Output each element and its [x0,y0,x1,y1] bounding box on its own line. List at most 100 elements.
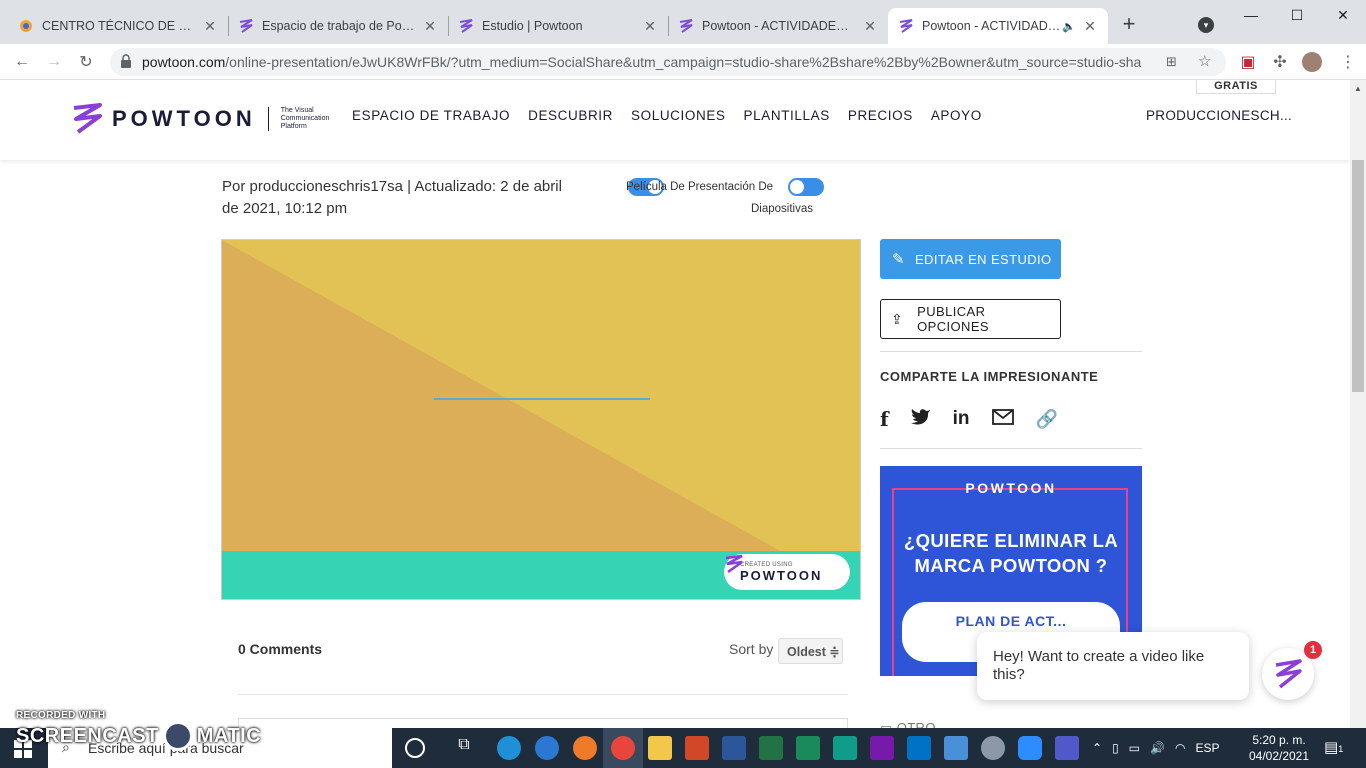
firefox-icon[interactable] [573,736,597,760]
divider [238,694,848,695]
created-using-powtoon-badge[interactable]: CREATED USING POWTOON [724,554,850,590]
outlook-icon[interactable] [907,736,931,760]
translate-icon[interactable]: ⊞ [1166,54,1177,70]
window-close-icon[interactable]: ✕ [1320,0,1366,30]
address-bar[interactable]: powtoon.com/online-presentation/eJwUK8Wr… [110,48,1226,76]
user-menu[interactable]: PRODUCCIONESCH... [1146,108,1292,123]
linkedin-icon[interactable]: in [953,408,970,430]
edit-in-studio-button[interactable]: ✎ EDITAR EN ESTUDIO [880,239,1061,279]
forward-icon[interactable]: → [40,48,68,76]
new-tab-button[interactable]: + [1118,13,1140,36]
gratis-badge[interactable]: GRATIS [1196,80,1276,94]
other-label: OTRO [896,720,936,728]
tab-title: Powtoon - ACTIVIDADES [922,19,1063,33]
taskbar-clock[interactable]: 5:20 p. m. 04/02/2021 [1246,732,1312,764]
share-export-icon: ⇪ [891,310,904,327]
chat-message: Hey! Want to create a video like this? [993,648,1205,683]
reload-icon[interactable]: ↻ [72,48,100,76]
file-explorer-icon[interactable] [648,736,672,760]
back-icon[interactable]: ← [8,48,36,76]
browser-tab[interactable]: Estudio | Powtoon ✕ [448,8,668,44]
facebook-icon[interactable]: f [880,407,889,431]
word-icon[interactable] [722,736,746,760]
cortana-icon[interactable] [405,738,425,758]
maximize-icon[interactable]: ☐ [1274,0,1320,30]
powtoon-logo[interactable]: POWTOON The Visual Communication Platfor… [70,102,338,136]
nav-item-precios[interactable]: PRECIOS [848,108,913,123]
nav-item-espacio[interactable]: ESPACIO DE TRABAJO [352,108,510,123]
close-icon[interactable]: ✕ [422,18,438,35]
chrome-icon [611,736,635,760]
byline: Por produccioneschris17sa | Actualizado:… [222,178,562,217]
wifi-icon[interactable]: ◠ [1175,741,1185,755]
device-icon[interactable]: ▯ [1112,741,1119,755]
scroll-up-icon[interactable]: ▲ [1354,84,1362,93]
clock-date: 04/02/2021 [1248,749,1310,763]
toggle-label-2: Diapositivas [751,203,813,215]
close-icon[interactable]: ✕ [862,18,878,35]
browser-tab-bar: CENTRO TÉCNICO DE ESTUDIO ✕ Espacio de t… [0,0,1366,44]
mail-app-icon[interactable] [944,736,968,760]
nav-item-plantillas[interactable]: PLANTILLAS [744,108,830,123]
extensions-puzzle-icon[interactable]: ✣ [1266,48,1294,76]
chrome-taskbar-active[interactable] [603,728,643,768]
bookmark-star-icon[interactable]: ☆ [1198,52,1211,70]
lock-icon [120,54,132,73]
powtoon-logo-icon [725,554,743,574]
browser-tab[interactable]: CENTRO TÉCNICO DE ESTUDIO ✕ [8,8,228,44]
sway-icon[interactable] [833,736,857,760]
screencast-logo-icon [162,721,193,751]
zoom-icon[interactable] [1018,736,1042,760]
url-host: powtoon.com [142,54,226,70]
comment-box[interactable] [238,718,848,728]
minimize-icon[interactable]: — [1228,0,1274,30]
notification-center-icon[interactable]: ▤1 [1324,738,1343,756]
browser-tab[interactable]: Espacio de trabajo de Powtoon ✕ [228,8,448,44]
divider [880,351,1142,352]
sort-select[interactable]: Oldest ≑ [778,638,843,664]
close-icon[interactable]: ✕ [1082,18,1098,35]
screencast-app-icon[interactable] [981,736,1005,760]
tab-search-icon[interactable]: ▾ [1198,17,1214,33]
main-nav: ESPACIO DE TRABAJO DESCUBRIR SOLUCIONES … [352,108,982,123]
system-tray: ⌃ ▯ ▭ 🔊 ◠ ESP [1092,728,1219,768]
menu-icon[interactable]: ⋮ [1334,48,1362,76]
slides-toggle[interactable] [788,178,824,196]
nav-item-descubrir[interactable]: DESCUBRIR [528,108,613,123]
onenote-icon[interactable] [870,736,894,760]
promo-text: ¿QUIERE ELIMINAR LA MARCA POWTOON ? [903,530,1119,576]
excel-icon[interactable] [759,736,783,760]
scroll-thumb[interactable] [1352,160,1364,392]
page-scrollbar[interactable]: ▲ [1350,80,1366,728]
close-icon[interactable]: ✕ [202,18,218,35]
close-icon[interactable]: ✕ [642,18,658,35]
toggle-label: Película De Presentación De [626,181,774,193]
video-player[interactable]: CREATED USING POWTOON [221,239,861,600]
publish-options-button[interactable]: ⇪ PUBLICAR OPCIONES [880,299,1061,339]
browser-tab-active[interactable]: Powtoon - ACTIVIDADES 🔈 ✕ [888,8,1108,44]
powtoon-favicon-icon [898,18,914,34]
page-content: POWTOON The Visual Communication Platfor… [0,80,1350,728]
browser-tab[interactable]: Powtoon - ACTIVIDADES ECO ✕ [668,8,888,44]
teams-icon[interactable] [1055,736,1079,760]
avatar[interactable] [1298,48,1326,76]
speaker-icon[interactable]: 🔈 [1062,20,1076,33]
task-view-icon[interactable]: ⧉ [452,736,476,760]
volume-icon[interactable]: 🔊 [1150,741,1165,755]
tab-title: CENTRO TÉCNICO DE ESTUDIO [42,19,196,33]
publisher-icon[interactable] [796,736,820,760]
language-indicator[interactable]: ESP [1195,741,1219,755]
twitter-icon[interactable] [910,408,931,430]
extension-icon[interactable]: ▣ [1234,48,1262,76]
battery-icon[interactable]: ▭ [1129,741,1140,755]
chevron-up-icon[interactable]: ⌃ [1092,741,1102,755]
link-icon[interactable]: 🔗 [1036,409,1058,430]
watermark-screencast: SCREENCAST [16,724,159,747]
edge-icon[interactable] [497,736,521,760]
nav-item-apoyo[interactable]: APOYO [931,108,982,123]
chat-bubble[interactable]: Hey! Want to create a video like this? [977,632,1249,700]
mail-icon[interactable] [991,408,1014,430]
powerpoint-icon[interactable] [685,736,709,760]
ie-icon[interactable] [535,736,559,760]
nav-item-soluciones[interactable]: SOLUCIONES [631,108,726,123]
